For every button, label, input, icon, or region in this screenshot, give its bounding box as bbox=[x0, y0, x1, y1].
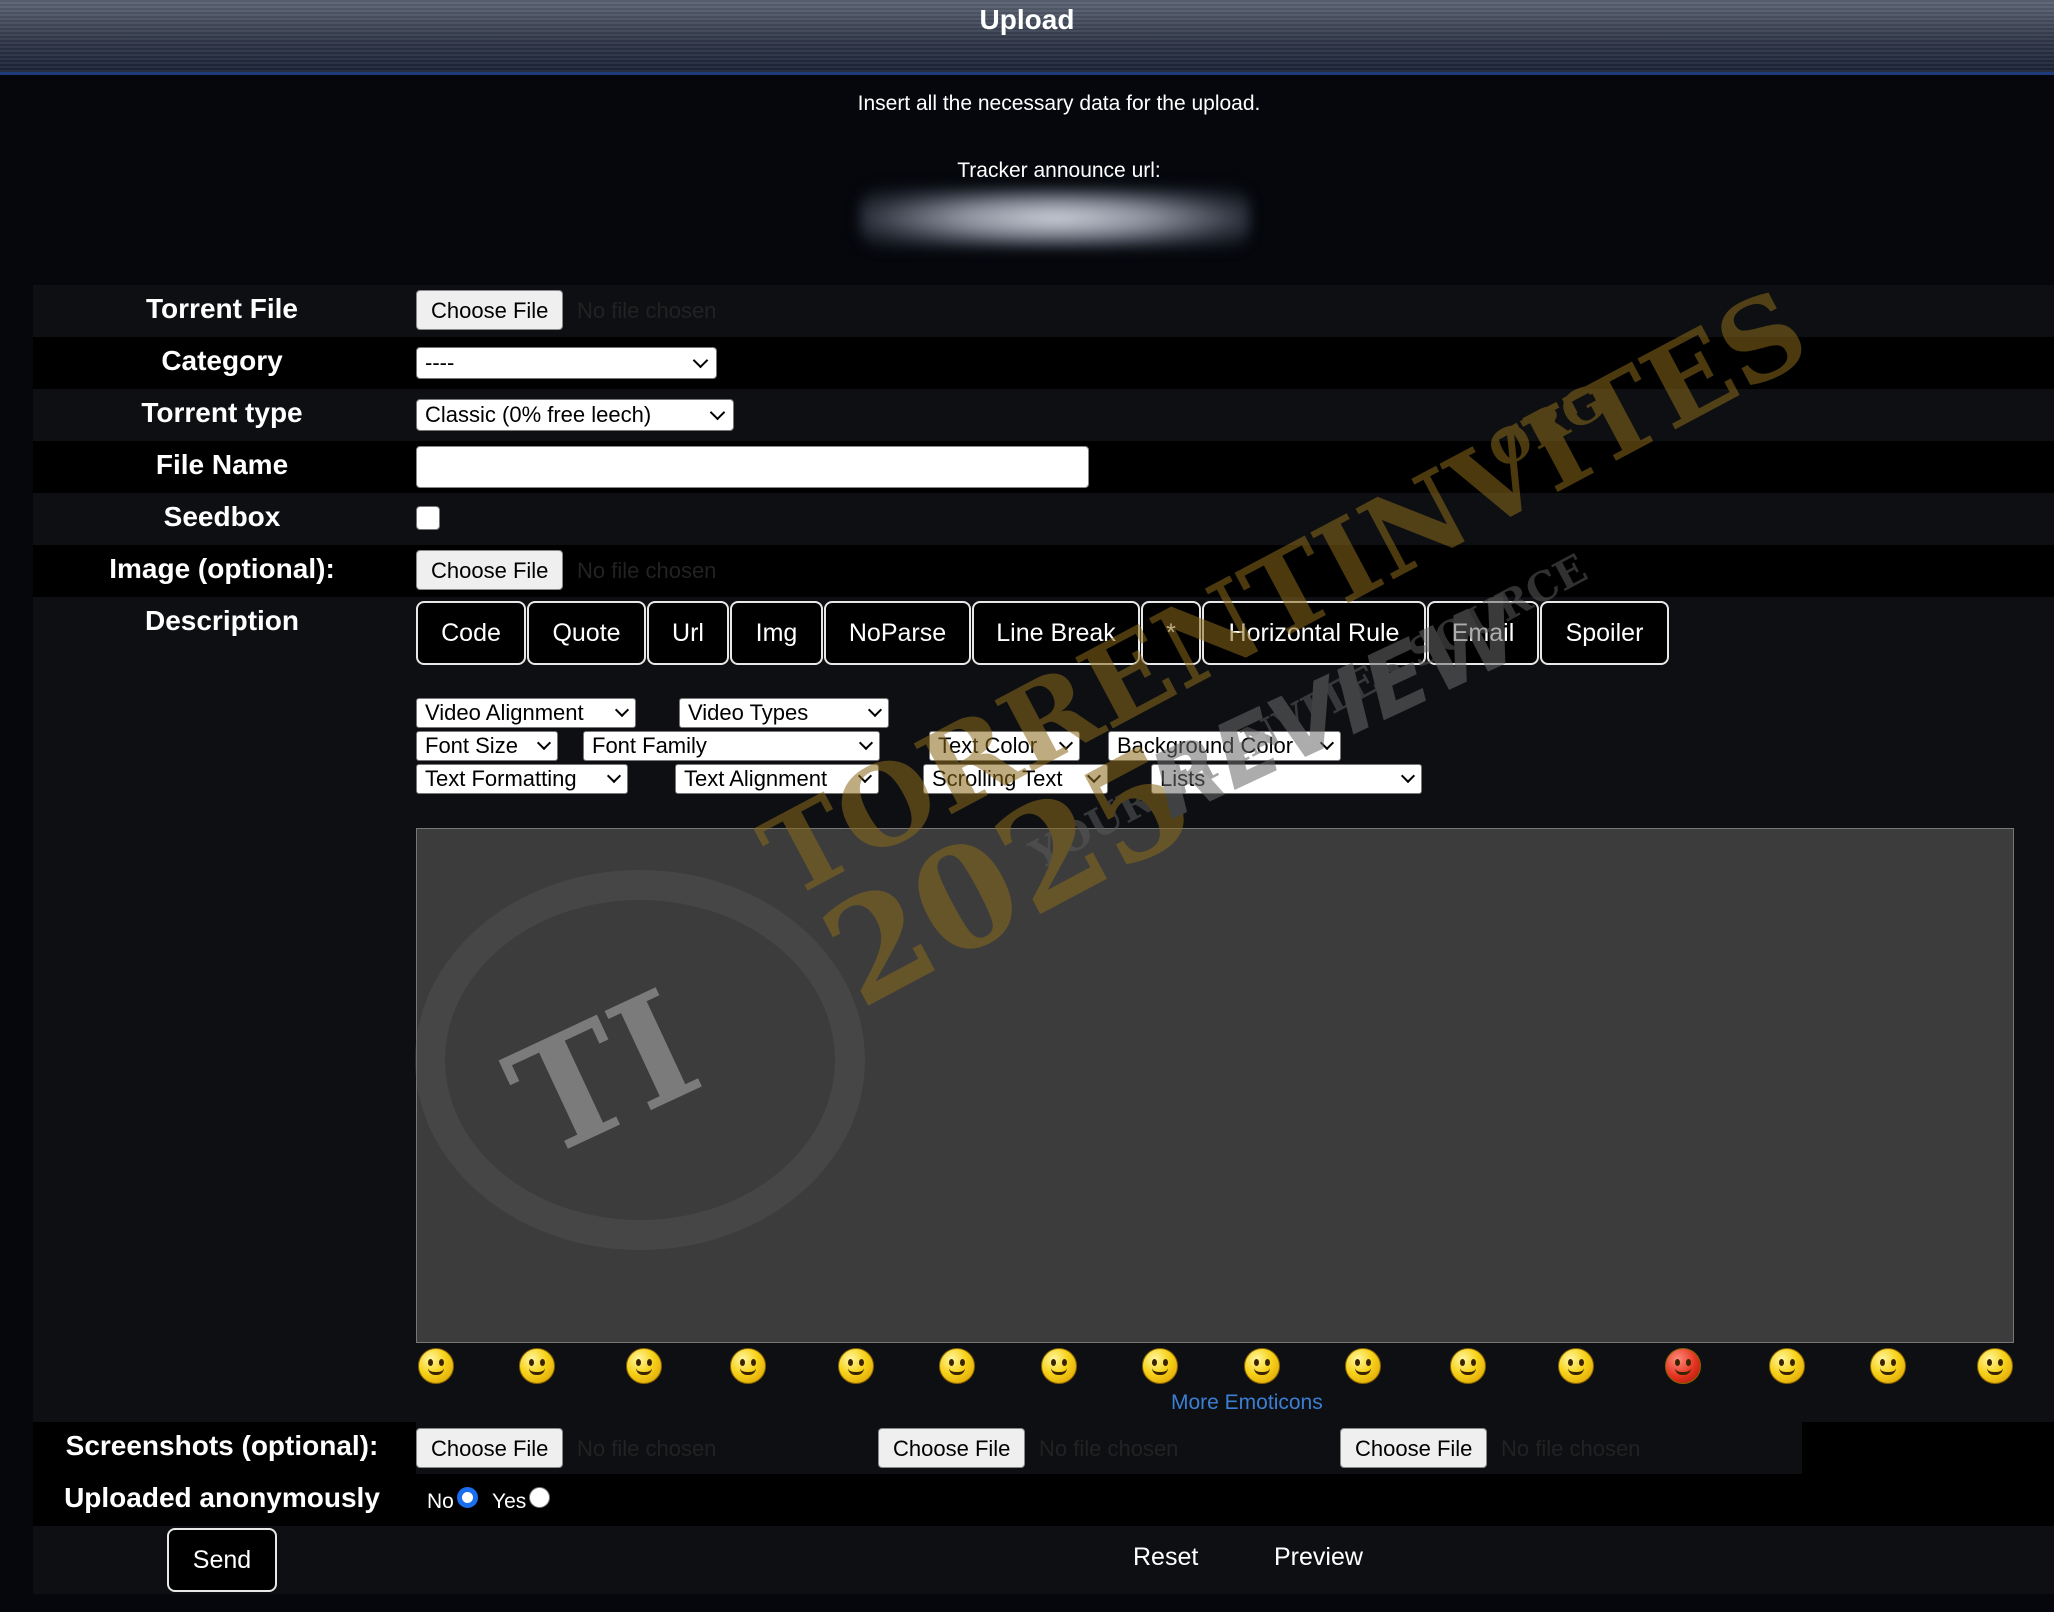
intro-text: Insert all the necessary data for the up… bbox=[857, 92, 1261, 115]
reset-button[interactable]: Reset bbox=[1133, 1543, 1198, 1572]
category-select[interactable]: ---- bbox=[416, 347, 717, 379]
emoticon-surprised-icon[interactable] bbox=[1244, 1348, 1280, 1384]
row-image: Image (optional): Choose File No file ch… bbox=[33, 545, 2054, 597]
anonymous-no-label: No bbox=[427, 1490, 454, 1513]
seedbox-label: Seedbox bbox=[163, 501, 281, 532]
send-button[interactable]: Send bbox=[167, 1528, 277, 1592]
torrent-type-label: Torrent type bbox=[141, 397, 303, 428]
announce-url-blurred bbox=[860, 188, 1250, 248]
tag-img-button[interactable]: Img bbox=[730, 601, 823, 665]
anonymous-yes-label: Yes bbox=[492, 1490, 527, 1513]
preview-button[interactable]: Preview bbox=[1274, 1543, 1363, 1572]
torrent-file-choose-button[interactable]: Choose File bbox=[416, 290, 564, 330]
anonymous-yes-radio[interactable] bbox=[529, 1487, 550, 1508]
text-formatting-select[interactable]: Text Formatting bbox=[416, 764, 628, 794]
more-emoticons-link[interactable]: More Emoticons bbox=[1171, 1391, 1323, 1415]
row-seedbox: Seedbox bbox=[33, 493, 2054, 545]
text-alignment-select[interactable]: Text Alignment bbox=[675, 764, 879, 794]
video-alignment-select[interactable]: Video Alignment bbox=[416, 698, 636, 728]
row-actions bbox=[33, 1526, 2054, 1594]
tag-code-button[interactable]: Code bbox=[416, 601, 526, 665]
tag-noparse-button[interactable]: NoParse bbox=[824, 601, 971, 665]
emoticon-tongue-icon[interactable] bbox=[730, 1348, 766, 1384]
font-size-select[interactable]: Font Size bbox=[416, 731, 558, 761]
lists-select[interactable]: Lists bbox=[1151, 764, 1422, 794]
torrent-file-label: Torrent File bbox=[146, 293, 298, 324]
tag-horizontal-rule-button[interactable]: Horizontal Rule bbox=[1202, 601, 1426, 665]
background-color-select[interactable]: Background Color bbox=[1108, 731, 1341, 761]
font-family-select[interactable]: Font Family bbox=[583, 731, 880, 761]
emoticon-wink-icon[interactable] bbox=[519, 1348, 555, 1384]
screenshot-1-choose-button[interactable]: Choose File bbox=[416, 1428, 564, 1468]
image-choose-button[interactable]: Choose File bbox=[416, 550, 564, 590]
emoticon-sunglasses-icon[interactable] bbox=[1345, 1348, 1381, 1384]
torrent-type-select[interactable]: Classic (0% free leech) bbox=[416, 399, 734, 431]
emoticon-happy-icon[interactable] bbox=[1769, 1348, 1805, 1384]
anonymous-label: Uploaded anonymously bbox=[64, 1482, 380, 1513]
emoticon-smile-icon[interactable] bbox=[418, 1348, 454, 1384]
tag-url-button[interactable]: Url bbox=[647, 601, 729, 665]
description-label: Description bbox=[144, 605, 300, 636]
torrent-file-status: No file chosen bbox=[577, 298, 717, 323]
scrolling-text-select[interactable]: Scrolling Text bbox=[923, 764, 1108, 794]
row-torrent-file: Torrent File Choose File No file chosen bbox=[33, 285, 2054, 337]
emoticon-confused-icon[interactable] bbox=[1041, 1348, 1077, 1384]
image-label: Image (optional): bbox=[109, 553, 335, 584]
emoticon-smirk-icon[interactable] bbox=[1142, 1348, 1178, 1384]
row-torrent-type: Torrent type Classic (0% free leech) bbox=[33, 389, 2054, 441]
tag-line-break-button[interactable]: Line Break bbox=[972, 601, 1140, 665]
screenshot-3-status: No file chosen bbox=[1501, 1436, 1641, 1461]
row-anonymous: Uploaded anonymously bbox=[33, 1474, 2054, 1526]
page-title: Upload bbox=[979, 4, 1075, 35]
screenshots-label: Screenshots (optional): bbox=[65, 1430, 379, 1461]
tag-email-button[interactable]: Email bbox=[1427, 601, 1539, 665]
emoticon-dizzy-icon[interactable] bbox=[1558, 1348, 1594, 1384]
category-label: Category bbox=[161, 345, 283, 376]
tag-quote-button[interactable]: Quote bbox=[527, 601, 646, 665]
announce-url-label: Tracker announce url: bbox=[957, 159, 1161, 182]
screenshot-2-choose-button[interactable]: Choose File bbox=[878, 1428, 1026, 1468]
row-category: Category ---- bbox=[33, 337, 2054, 389]
video-types-select[interactable]: Video Types bbox=[679, 698, 889, 728]
text-color-select[interactable]: Text Color bbox=[929, 731, 1080, 761]
emoticon-angry-icon[interactable] bbox=[1665, 1348, 1701, 1384]
emoticon-sad-icon[interactable] bbox=[939, 1348, 975, 1384]
image-file-status: No file chosen bbox=[577, 558, 717, 583]
screenshot-2-status: No file chosen bbox=[1039, 1436, 1179, 1461]
emoticon-grin-icon[interactable] bbox=[626, 1348, 662, 1384]
screenshot-1-status: No file chosen bbox=[577, 1436, 717, 1461]
tag-spoiler-button[interactable]: Spoiler bbox=[1540, 601, 1669, 665]
seedbox-checkbox[interactable] bbox=[416, 506, 440, 530]
emoticon-laugh-icon[interactable] bbox=[1870, 1348, 1906, 1384]
anonymous-no-radio[interactable] bbox=[457, 1487, 478, 1508]
tag-list-item-button[interactable]: * bbox=[1141, 601, 1201, 665]
file-name-label: File Name bbox=[155, 449, 289, 480]
emoticon-blush-icon[interactable] bbox=[1450, 1348, 1486, 1384]
emoticon-cool-icon[interactable] bbox=[1977, 1348, 2013, 1384]
page-header: Upload bbox=[0, 0, 2054, 75]
description-textarea[interactable] bbox=[416, 828, 2014, 1343]
screenshot-3-choose-button[interactable]: Choose File bbox=[1340, 1428, 1488, 1468]
emoticon-worried-icon[interactable] bbox=[838, 1348, 874, 1384]
file-name-input[interactable] bbox=[416, 446, 1089, 488]
